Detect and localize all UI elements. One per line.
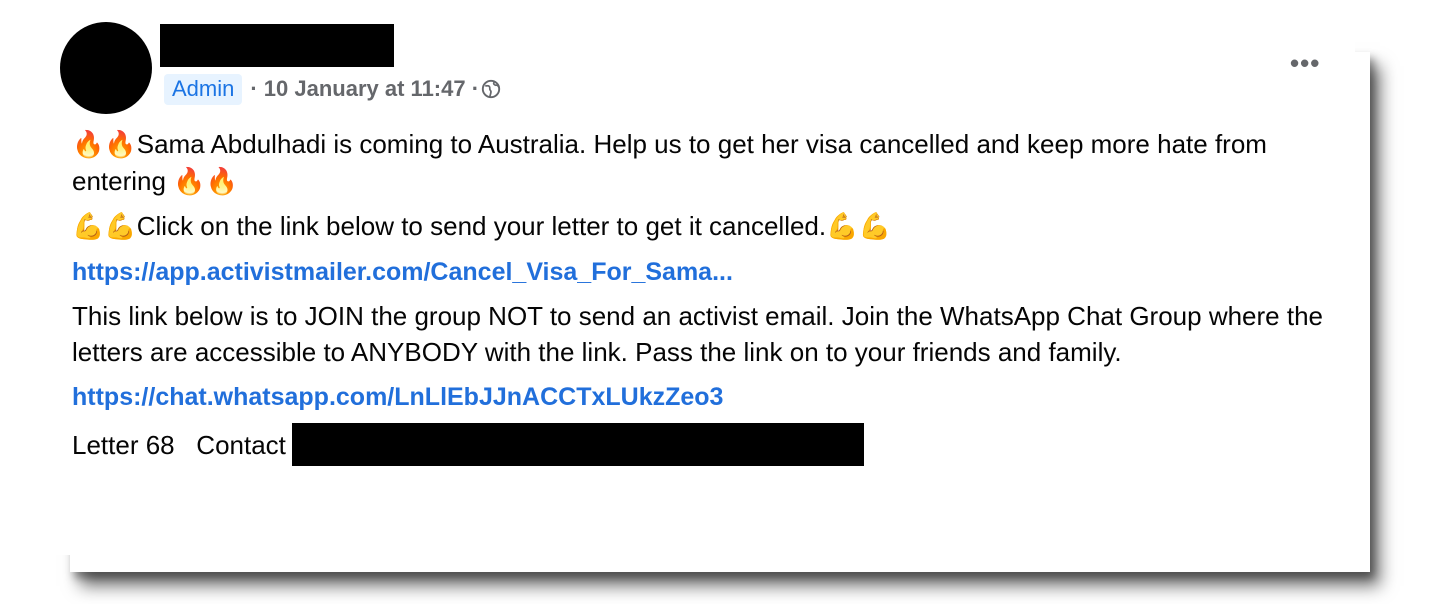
flexed-biceps-emoji-trail: 💪💪 — [826, 212, 891, 242]
paragraph-2-text: Click on the link below to send your let… — [136, 211, 827, 241]
footer-line: Letter 68 Contact — [72, 423, 1332, 466]
avatar[interactable] — [60, 22, 152, 114]
post-timestamp[interactable]: · 10 January at 11:47 · — [250, 76, 479, 102]
footer-text: Letter 68 Contact — [72, 429, 286, 460]
post-paragraph-3: This link below is to JOIN the group NOT… — [72, 301, 1323, 367]
flexed-biceps-emoji-lead: 💪💪 — [72, 212, 137, 242]
author-name-redacted — [160, 24, 394, 67]
paragraph-1-text: Sama Abdulhadi is coming to Australia. H… — [72, 129, 1267, 196]
link-paragraph-1: https://app.activistmailer.com/Cancel_Vi… — [72, 253, 1332, 290]
link-paragraph-2: https://chat.whatsapp.com/LnLlEbJJnACCTx… — [72, 378, 1332, 415]
post-paragraph-1: 🔥🔥Sama Abdulhadi is coming to Australia.… — [72, 126, 1332, 200]
whatsapp-link[interactable]: https://chat.whatsapp.com/LnLlEbJJnACCTx… — [72, 383, 723, 411]
facebook-post-card: Admin · 10 January at 11:47 · ••• 🔥🔥Sama… — [50, 20, 1355, 555]
globe-icon — [481, 79, 501, 99]
post-body: 🔥🔥Sama Abdulhadi is coming to Australia.… — [72, 126, 1332, 466]
activistmailer-link[interactable]: https://app.activistmailer.com/Cancel_Vi… — [72, 258, 733, 286]
screenshot-frame: Admin · 10 January at 11:47 · ••• 🔥🔥Sama… — [0, 0, 1456, 604]
post-paragraph-2: 💪💪Click on the link below to send your l… — [72, 208, 1332, 245]
fire-emoji-lead: 🔥🔥 — [72, 130, 137, 160]
more-options-icon[interactable]: ••• — [1290, 48, 1320, 79]
contact-redacted — [291, 423, 864, 466]
fire-emoji-trail: 🔥🔥 — [173, 167, 238, 197]
post-meta: Admin · 10 January at 11:47 · — [164, 72, 501, 106]
admin-badge: Admin — [164, 73, 243, 105]
